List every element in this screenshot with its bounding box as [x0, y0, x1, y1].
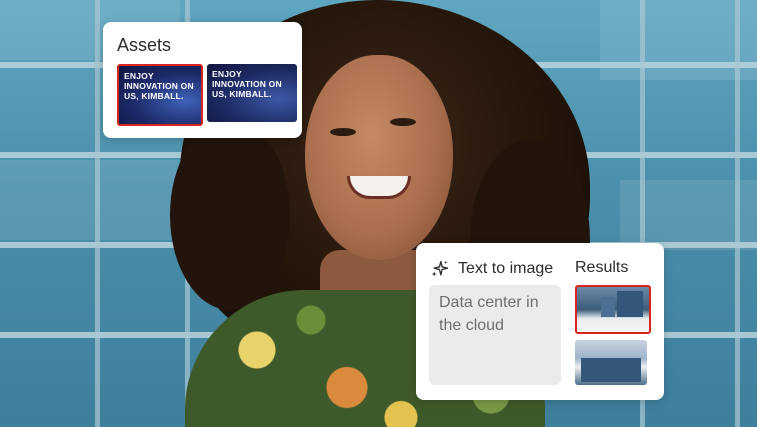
asset-thumbnail-text: ENJOY INNOVATION ON US, KIMBALL.: [124, 71, 194, 101]
prompt-input[interactable]: Data center in the cloud: [429, 285, 561, 385]
sparkle-icon: [431, 260, 449, 277]
assets-panel: Assets ENJOY INNOVATION ON US, KIMBALL. …: [103, 22, 302, 138]
result-thumbnail[interactable]: [575, 340, 647, 385]
text-to-image-panel: Text to image Results Data center in the…: [416, 243, 664, 400]
assets-title: Assets: [117, 35, 172, 55]
result-thumbnail[interactable]: [575, 285, 651, 334]
asset-thumbnail[interactable]: ENJOY INNOVATION ON US, KIMBALL.: [117, 64, 203, 126]
person-face: [305, 55, 453, 260]
results-title: Results: [575, 259, 629, 276]
asset-thumbnail-text: ENJOY INNOVATION ON US, KIMBALL.: [212, 69, 282, 99]
asset-thumbnail[interactable]: ENJOY INNOVATION ON US, KIMBALL.: [207, 64, 297, 122]
text-to-image-header: Text to image: [430, 259, 553, 279]
prompt-text: Data center in the cloud: [439, 294, 539, 334]
text-to-image-title: Text to image: [458, 260, 554, 277]
